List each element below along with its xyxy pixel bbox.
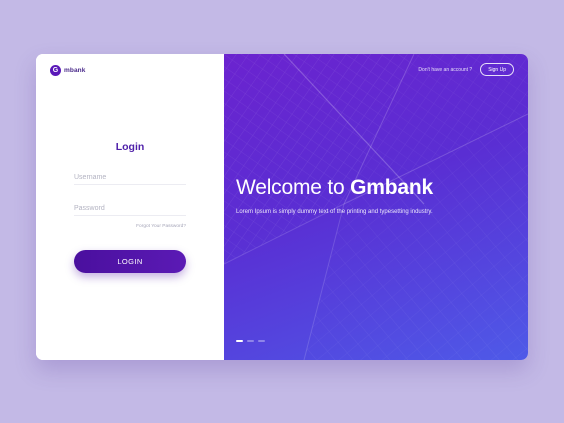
hero-topbar: Don't have an account ? Sign Up xyxy=(418,63,514,76)
slide-dot-1[interactable] xyxy=(236,340,243,342)
welcome-heading: Welcome to Gmbank xyxy=(236,176,433,200)
signup-button[interactable]: Sign Up xyxy=(480,63,514,76)
logo-text: mbank xyxy=(64,67,86,74)
brand-logo[interactable]: G mbank xyxy=(50,65,85,76)
login-panel: G mbank Login Username Password Forgot Y… xyxy=(36,54,224,360)
slide-dot-3[interactable] xyxy=(258,340,265,342)
hero-panel: Don't have an account ? Sign Up Welcome … xyxy=(224,54,528,360)
password-field[interactable]: Password xyxy=(74,205,186,216)
login-button[interactable]: LOGIN xyxy=(74,250,186,273)
forgot-password-link[interactable]: Forgot Your Password? xyxy=(136,224,186,229)
username-field[interactable]: Username xyxy=(74,174,186,185)
login-title: Login xyxy=(115,141,145,153)
welcome-brand: Gmbank xyxy=(350,176,433,199)
welcome-prefix: Welcome to xyxy=(236,176,351,199)
login-card: G mbank Login Username Password Forgot Y… xyxy=(36,54,528,360)
slide-dot-2[interactable] xyxy=(247,340,254,342)
logo-mark-icon: G xyxy=(50,65,61,76)
slide-indicator xyxy=(236,340,265,342)
building-grid-background xyxy=(224,54,528,360)
no-account-text: Don't have an account ? xyxy=(418,66,473,73)
hero-tagline: Lorem Ipsum is simply dummy text of the … xyxy=(236,209,433,215)
